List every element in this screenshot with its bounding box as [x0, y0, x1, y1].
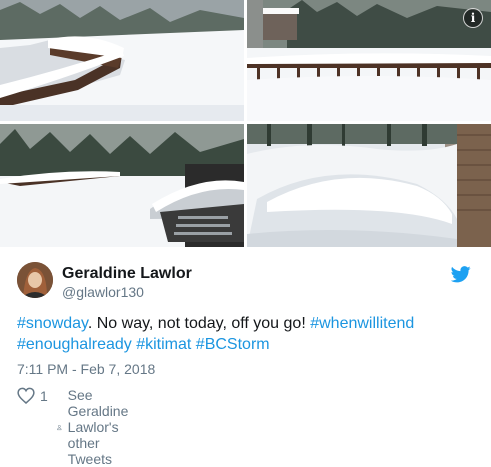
- tweet-author: Geraldine Lawlor @glawlor130: [17, 262, 477, 300]
- info-icon[interactable]: i: [463, 8, 483, 28]
- photo-1-image: [0, 0, 244, 121]
- avatar-image: [17, 262, 53, 298]
- heart-icon: [17, 387, 35, 404]
- author-name[interactable]: Geraldine Lawlor: [62, 265, 192, 283]
- photo-3-image: [0, 124, 244, 247]
- photo-1[interactable]: [0, 0, 244, 121]
- person-icon: [57, 424, 62, 430]
- photo-2-image: [247, 0, 491, 121]
- photo-grid: i: [0, 0, 491, 247]
- twitter-bird-icon[interactable]: [451, 266, 471, 283]
- hashtag-kitimat[interactable]: #kitimat: [136, 336, 191, 353]
- photo-4-image: [247, 124, 491, 247]
- tweet-text: #snowday. No way, not today, off you go!…: [17, 313, 477, 355]
- other-tweets-label: See Geraldine Lawlor's other Tweets: [67, 387, 129, 467]
- photo-4[interactable]: [247, 124, 491, 247]
- avatar[interactable]: [17, 262, 53, 298]
- hashtag-whenwillitend[interactable]: #whenwillitend: [310, 315, 414, 332]
- photo-3[interactable]: [0, 124, 244, 247]
- like-button[interactable]: 1: [17, 387, 48, 404]
- hashtag-bcstorm[interactable]: #BCStorm: [196, 336, 270, 353]
- hashtag-snowday[interactable]: #snowday: [17, 315, 88, 332]
- photo-2[interactable]: i: [247, 0, 491, 121]
- embedded-tweet-card: i Geraldine Lawlor @glawlor130 #snowday.…: [0, 0, 491, 467]
- like-count: 1: [40, 387, 48, 404]
- hashtag-enoughalready[interactable]: #enoughalready: [17, 336, 132, 353]
- other-tweets-link[interactable]: See Geraldine Lawlor's other Tweets: [57, 387, 139, 467]
- tweet-text-body: . No way, not today, off you go!: [87, 315, 311, 332]
- tweet-timestamp[interactable]: 7:11 PM - Feb 7, 2018: [17, 361, 155, 377]
- author-handle[interactable]: @glawlor130: [62, 284, 144, 300]
